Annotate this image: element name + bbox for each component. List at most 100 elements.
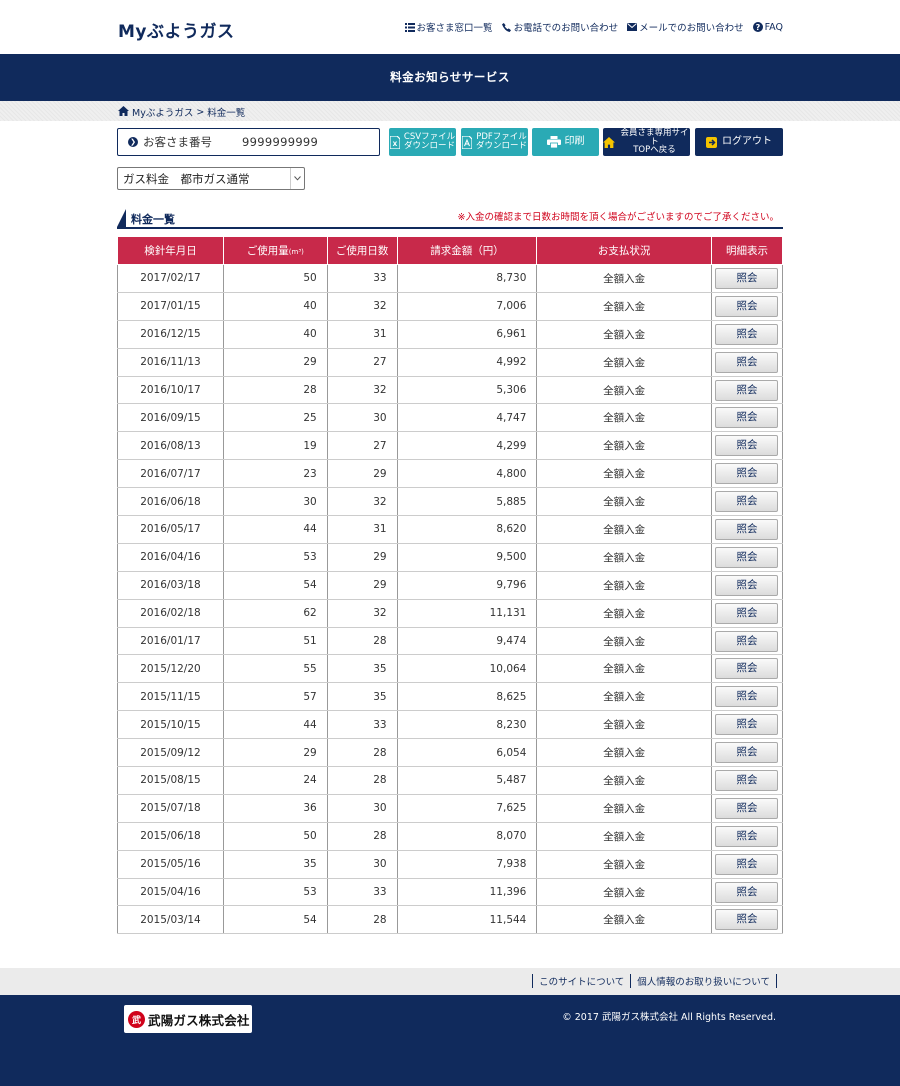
view-detail-button[interactable]: 照会 bbox=[715, 714, 779, 736]
view-detail-button[interactable]: 照会 bbox=[715, 797, 779, 819]
table-row: 2015/09/12 29 28 6,054 全額入金 照会 bbox=[117, 738, 784, 768]
view-detail-button[interactable]: 照会 bbox=[715, 686, 779, 708]
csv-download-button[interactable]: X CSVファイル ダウンロード bbox=[389, 128, 456, 156]
cell-detail: 照会 bbox=[710, 431, 784, 461]
table-row: 2016/07/17 23 29 4,800 全額入金 照会 bbox=[117, 459, 784, 489]
cell-usage: 36 bbox=[222, 794, 328, 823]
cell-days: 28 bbox=[326, 627, 398, 656]
cell-date: 2015/05/16 bbox=[117, 850, 224, 879]
cell-amount: 11,396 bbox=[396, 878, 538, 907]
csv-file-icon: X bbox=[389, 135, 400, 149]
print-button[interactable]: 印刷 bbox=[532, 128, 599, 156]
breadcrumb-home[interactable]: Myぶようガス bbox=[132, 105, 193, 119]
list-icon bbox=[404, 22, 415, 32]
cell-status: 全額入金 bbox=[536, 543, 712, 572]
logout-button[interactable]: ログアウト bbox=[695, 128, 783, 156]
cell-usage: 29 bbox=[222, 348, 328, 377]
cell-status: 全額入金 bbox=[536, 571, 712, 600]
view-detail-button[interactable]: 照会 bbox=[715, 407, 779, 429]
cell-date: 2016/05/17 bbox=[117, 515, 224, 544]
cell-amount: 8,730 bbox=[396, 264, 538, 293]
section-heading: 料金一覧 ※入金の確認まで日数お時間を頂く場合がございますのでご了承ください。 bbox=[117, 207, 783, 229]
cell-date: 2016/04/16 bbox=[117, 543, 224, 572]
table-header-row: 検針年月日 ご使用量(m³) ご使用日数 請求金額（円） お支払状況 明細表示 bbox=[117, 236, 784, 265]
about-site-link[interactable]: このサイトについて bbox=[532, 974, 630, 988]
corporate-mark-icon: 武 bbox=[128, 1010, 145, 1028]
mail-contact-link[interactable]: メールでのお問い合わせ bbox=[627, 20, 744, 34]
cell-days: 27 bbox=[326, 431, 398, 461]
cell-status: 全額入金 bbox=[536, 431, 712, 461]
table-row: 2016/11/13 29 27 4,992 全額入金 照会 bbox=[117, 348, 784, 377]
phone-contact-link[interactable]: お電話でのお問い合わせ bbox=[502, 20, 618, 34]
cell-date: 2016/08/13 bbox=[117, 431, 224, 461]
cell-status: 全額入金 bbox=[536, 348, 712, 377]
view-detail-button[interactable]: 照会 bbox=[715, 602, 779, 624]
table-row: 2015/05/16 35 30 7,938 全額入金 照会 bbox=[117, 850, 784, 879]
view-detail-button[interactable]: 照会 bbox=[715, 825, 779, 847]
cell-date: 2015/08/15 bbox=[117, 766, 224, 795]
cell-detail: 照会 bbox=[710, 487, 784, 517]
cell-amount: 8,625 bbox=[396, 682, 538, 712]
breadcrumb-separator: > bbox=[196, 106, 205, 118]
chevron-right-icon: ❯ bbox=[128, 137, 138, 147]
cell-days: 33 bbox=[326, 264, 398, 293]
view-detail-button[interactable]: 照会 bbox=[715, 909, 779, 931]
cell-usage: 54 bbox=[222, 905, 328, 935]
view-detail-button[interactable]: 照会 bbox=[715, 630, 779, 652]
table-row: 2016/04/16 53 29 9,500 全額入金 照会 bbox=[117, 543, 784, 572]
view-detail-button[interactable]: 照会 bbox=[715, 881, 779, 903]
cell-detail: 照会 bbox=[710, 320, 784, 349]
cell-days: 33 bbox=[326, 710, 398, 740]
view-detail-button[interactable]: 照会 bbox=[715, 323, 779, 345]
cell-usage: 40 bbox=[222, 320, 328, 349]
view-detail-button[interactable]: 照会 bbox=[715, 295, 779, 317]
cell-detail: 照会 bbox=[710, 599, 784, 628]
member-top-button[interactable]: 会員さま専用サイト TOPへ戻る bbox=[603, 128, 690, 156]
view-detail-button[interactable]: 照会 bbox=[715, 658, 779, 680]
view-detail-button[interactable]: 照会 bbox=[715, 769, 779, 791]
customer-number-label: お客さま番号 bbox=[143, 135, 212, 149]
pdf-download-button[interactable]: PDFファイル ダウンロード bbox=[461, 128, 528, 156]
printer-icon bbox=[546, 136, 561, 148]
view-detail-button[interactable]: 照会 bbox=[715, 435, 779, 457]
cell-detail: 照会 bbox=[710, 682, 784, 712]
site-logo[interactable]: Myぶようガス bbox=[118, 17, 235, 42]
plan-select-value: ガス料金 都市ガス通常 bbox=[123, 171, 250, 186]
pdf-file-icon bbox=[461, 135, 472, 149]
view-detail-button[interactable]: 照会 bbox=[715, 267, 779, 289]
cell-amount: 7,938 bbox=[396, 850, 538, 879]
view-detail-button[interactable]: 照会 bbox=[715, 742, 779, 764]
table-row: 2015/07/18 36 30 7,625 全額入金 照会 bbox=[117, 794, 784, 823]
privacy-policy-link[interactable]: 個人情報のお取り扱いについて bbox=[630, 974, 777, 988]
cell-days: 27 bbox=[326, 348, 398, 377]
faq-link[interactable]: ? FAQ bbox=[752, 20, 783, 34]
view-detail-button[interactable]: 照会 bbox=[715, 351, 779, 373]
header-links: お客さま窓口一覧 お電話でのお問い合わせ メールでのお問い合わせ ? FAQ bbox=[404, 20, 783, 34]
view-detail-button[interactable]: 照会 bbox=[715, 853, 779, 875]
view-detail-button[interactable]: 照会 bbox=[715, 379, 779, 401]
cell-days: 30 bbox=[326, 403, 398, 433]
view-detail-button[interactable]: 照会 bbox=[715, 574, 779, 596]
view-detail-button[interactable]: 照会 bbox=[715, 518, 779, 540]
cell-status: 全額入金 bbox=[536, 738, 712, 768]
customer-number-value: 9999999999 bbox=[242, 135, 319, 149]
home-icon bbox=[603, 136, 615, 148]
table-row: 2016/02/18 62 32 11,131 全額入金 照会 bbox=[117, 599, 784, 628]
contact-list-link[interactable]: お客さま窓口一覧 bbox=[404, 20, 493, 34]
view-detail-button[interactable]: 照会 bbox=[715, 491, 779, 513]
question-icon: ? bbox=[752, 22, 763, 32]
cell-days: 28 bbox=[326, 766, 398, 795]
cell-days: 28 bbox=[326, 738, 398, 768]
cell-date: 2015/11/15 bbox=[117, 682, 224, 712]
top-header: Myぶようガス お客さま窓口一覧 お電話でのお問い合わせ メールでのお問い合わせ… bbox=[0, 0, 900, 54]
table-row: 2016/12/15 40 31 6,961 全額入金 照会 bbox=[117, 320, 784, 349]
col-header-date: 検針年月日 bbox=[117, 236, 224, 265]
cell-usage: 62 bbox=[222, 599, 328, 628]
corporate-logo[interactable]: 武 武陽ガス株式会社 bbox=[124, 1005, 252, 1033]
plan-select[interactable]: ガス料金 都市ガス通常 bbox=[117, 167, 305, 190]
cell-date: 2015/06/18 bbox=[117, 822, 224, 851]
view-detail-button[interactable]: 照会 bbox=[715, 463, 779, 485]
col-header-days: ご使用日数 bbox=[326, 236, 398, 265]
view-detail-button[interactable]: 照会 bbox=[715, 546, 779, 568]
cell-date: 2017/02/17 bbox=[117, 264, 224, 293]
